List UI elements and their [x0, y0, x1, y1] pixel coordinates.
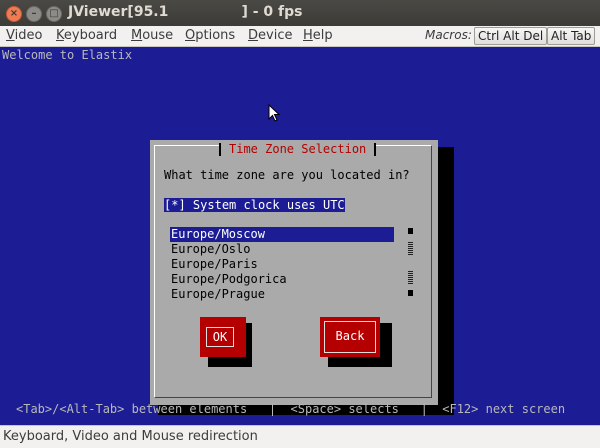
- scroll-thumb[interactable]: [408, 242, 413, 256]
- utc-checkbox-label: System clock uses UTC: [192, 198, 345, 212]
- menubar: Video Keyboard Mouse Options Device Help…: [0, 26, 600, 47]
- maximize-window-button[interactable]: □: [46, 6, 62, 22]
- menu-mouse-mnemonic: M: [131, 28, 143, 43]
- menu-mouse[interactable]: Mouse: [131, 28, 173, 43]
- menu-options[interactable]: Options: [185, 28, 235, 43]
- list-item[interactable]: Europe/Podgorica: [170, 272, 394, 287]
- list-item[interactable]: Europe/Paris: [170, 257, 394, 272]
- remote-console[interactable]: Welcome to Elastix Time Zone Selection W…: [0, 47, 600, 425]
- ok-button-label: OK: [206, 327, 234, 347]
- macros-label: Macros:: [425, 28, 472, 42]
- menu-video[interactable]: Video: [6, 28, 42, 43]
- ctrl-alt-del-button[interactable]: Ctrl Alt Del: [474, 27, 548, 45]
- alt-tab-button[interactable]: Alt Tab: [547, 27, 596, 45]
- scroll-up-marker: [408, 228, 413, 234]
- mouse-cursor-icon: [268, 104, 280, 122]
- timezone-question: What time zone are you located in?: [164, 168, 410, 182]
- menu-device[interactable]: Device: [248, 28, 292, 43]
- back-button[interactable]: Back: [320, 317, 380, 357]
- timezone-list[interactable]: Europe/Moscow Europe/Oslo Europe/Paris E…: [170, 227, 394, 302]
- menu-options-mnemonic: O: [185, 28, 196, 43]
- utc-checkbox-mark[interactable]: [*]: [164, 198, 186, 212]
- dialog-title: Time Zone Selection: [219, 143, 377, 156]
- ok-button[interactable]: OK: [200, 317, 246, 357]
- timezone-dialog: Time Zone Selection What time zone are y…: [150, 140, 438, 405]
- list-item[interactable]: Europe/Moscow: [170, 227, 394, 242]
- menu-mouse-rest: ouse: [142, 28, 174, 43]
- list-item[interactable]: Europe/Prague: [170, 287, 394, 302]
- statusbar: Keyboard, Video and Mouse redirection: [0, 425, 600, 448]
- window-title: JViewer[95.1 ] - 0 fps: [68, 4, 303, 20]
- menu-help[interactable]: Help: [303, 28, 333, 43]
- status-text: Keyboard, Video and Mouse redirection: [3, 429, 258, 444]
- timezone-scrollbar[interactable]: [408, 228, 414, 298]
- welcome-text: Welcome to Elastix: [2, 48, 133, 62]
- menu-options-rest: ptions: [195, 28, 236, 43]
- menu-device-mnemonic: D: [248, 28, 259, 43]
- scroll-thumb[interactable]: [408, 271, 413, 285]
- menu-device-rest: evice: [258, 28, 293, 43]
- window-titlebar: × – □ JViewer[95.1 ] - 0 fps: [0, 0, 600, 26]
- menu-keyboard-rest: eyboard: [63, 28, 118, 43]
- back-button-label: Back: [324, 321, 376, 353]
- menu-keyboard-mnemonic: K: [56, 28, 64, 43]
- menu-help-mnemonic: H: [303, 28, 313, 43]
- keyboard-hint: <Tab>/<Alt-Tab> between elements | <Spac…: [16, 402, 566, 416]
- menu-help-rest: elp: [312, 28, 333, 43]
- close-window-button[interactable]: ×: [6, 6, 22, 22]
- menu-video-mnemonic: V: [6, 28, 15, 43]
- menu-keyboard[interactable]: Keyboard: [56, 28, 117, 43]
- menu-video-rest: ideo: [14, 28, 43, 43]
- scroll-down-marker: [408, 290, 413, 296]
- utc-checkbox[interactable]: [*] System clock uses UTC: [164, 198, 345, 212]
- minimize-window-button[interactable]: –: [26, 6, 42, 22]
- list-item[interactable]: Europe/Oslo: [170, 242, 394, 257]
